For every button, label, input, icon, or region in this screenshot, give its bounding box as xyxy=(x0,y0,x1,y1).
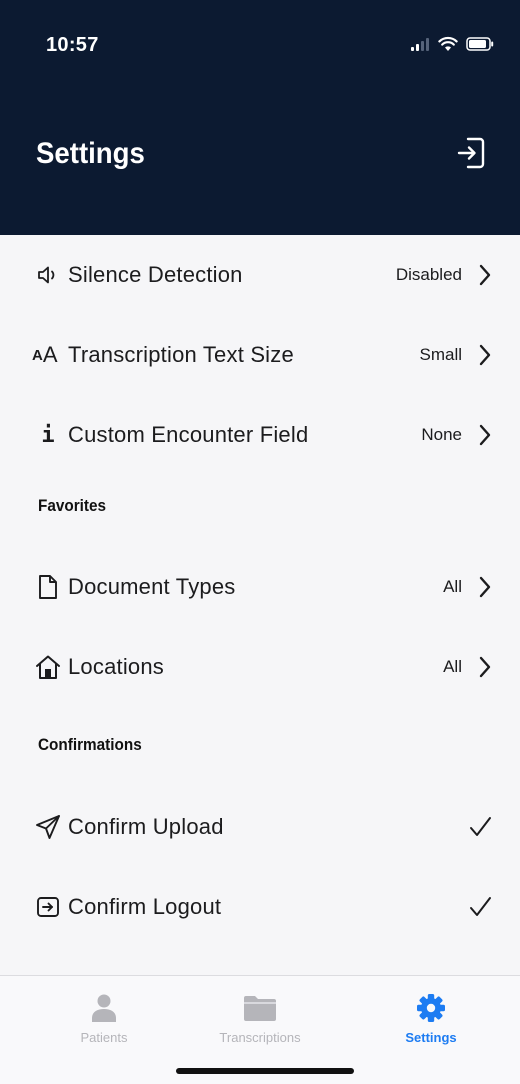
settings-row-silence-detection[interactable]: Silence Detection Disabled xyxy=(0,235,520,315)
logout-icon xyxy=(456,136,486,175)
logout-button[interactable] xyxy=(454,136,488,174)
row-value: None xyxy=(421,425,462,444)
row-value: All xyxy=(443,577,462,596)
row-label: Transcription Text Size xyxy=(68,342,294,367)
status-icons xyxy=(410,36,494,52)
section-header-confirmations: Confirmations xyxy=(38,735,142,754)
phone-screen: 10:57 Settings Silence Detection Disable… xyxy=(0,0,520,1084)
tab-label: Patients xyxy=(80,1030,128,1045)
cellular-signal-icon xyxy=(410,37,430,51)
tab-label: Settings xyxy=(405,1030,457,1045)
chevron-right-icon xyxy=(476,574,494,600)
row-value: Small xyxy=(419,345,462,364)
row-label: Confirm Upload xyxy=(68,814,224,839)
house-icon xyxy=(30,649,66,685)
settings-row-confirm-upload[interactable]: Confirm Upload xyxy=(0,787,520,867)
chevron-right-icon xyxy=(476,654,494,680)
section-header-favorites: Favorites xyxy=(38,496,107,515)
info-icon: i xyxy=(30,417,66,453)
row-label: Locations xyxy=(68,654,164,679)
paper-plane-icon xyxy=(30,809,66,845)
folder-icon xyxy=(242,990,278,1026)
chevron-right-icon xyxy=(476,262,494,288)
checkmark-icon xyxy=(466,813,494,841)
speaker-icon xyxy=(30,257,66,293)
tab-settings[interactable]: Settings xyxy=(361,990,501,1050)
battery-icon xyxy=(466,37,494,51)
row-label: Silence Detection xyxy=(68,262,243,287)
status-bar: 10:57 xyxy=(0,0,520,70)
status-time: 10:57 xyxy=(46,34,99,56)
gear-icon xyxy=(413,990,449,1026)
settings-row-confirm-logout[interactable]: Confirm Logout xyxy=(0,867,520,947)
row-label: Document Types xyxy=(68,574,236,599)
logout-box-icon xyxy=(30,889,66,925)
row-label: Confirm Logout xyxy=(68,894,222,919)
row-label: Custom Encounter Field xyxy=(68,422,309,447)
settings-row-custom-encounter-field[interactable]: i Custom Encounter Field None xyxy=(0,395,520,475)
tab-patients[interactable]: Patients xyxy=(34,990,174,1050)
settings-row-document-types[interactable]: Document Types All xyxy=(0,547,520,627)
info-glyph: i xyxy=(41,422,55,448)
document-icon xyxy=(30,569,66,605)
row-value: Disabled xyxy=(395,265,462,284)
tab-transcriptions[interactable]: Transcriptions xyxy=(190,990,330,1050)
tab-label: Transcriptions xyxy=(219,1030,301,1045)
wifi-icon xyxy=(438,36,458,52)
chevron-right-icon xyxy=(476,422,494,448)
row-value: All xyxy=(443,657,462,676)
text-size-icon: AA xyxy=(32,342,58,367)
checkmark-icon xyxy=(466,893,494,921)
home-indicator xyxy=(176,1068,354,1074)
chevron-right-icon xyxy=(476,342,494,368)
page-title: Settings xyxy=(36,137,145,170)
person-icon xyxy=(86,990,122,1026)
settings-row-locations[interactable]: Locations All xyxy=(0,627,520,707)
settings-content: Silence Detection Disabled AA Transcript… xyxy=(0,235,520,975)
settings-row-transcription-text-size[interactable]: AA Transcription Text Size Small xyxy=(0,315,520,395)
app-header: 10:57 Settings xyxy=(0,0,520,235)
